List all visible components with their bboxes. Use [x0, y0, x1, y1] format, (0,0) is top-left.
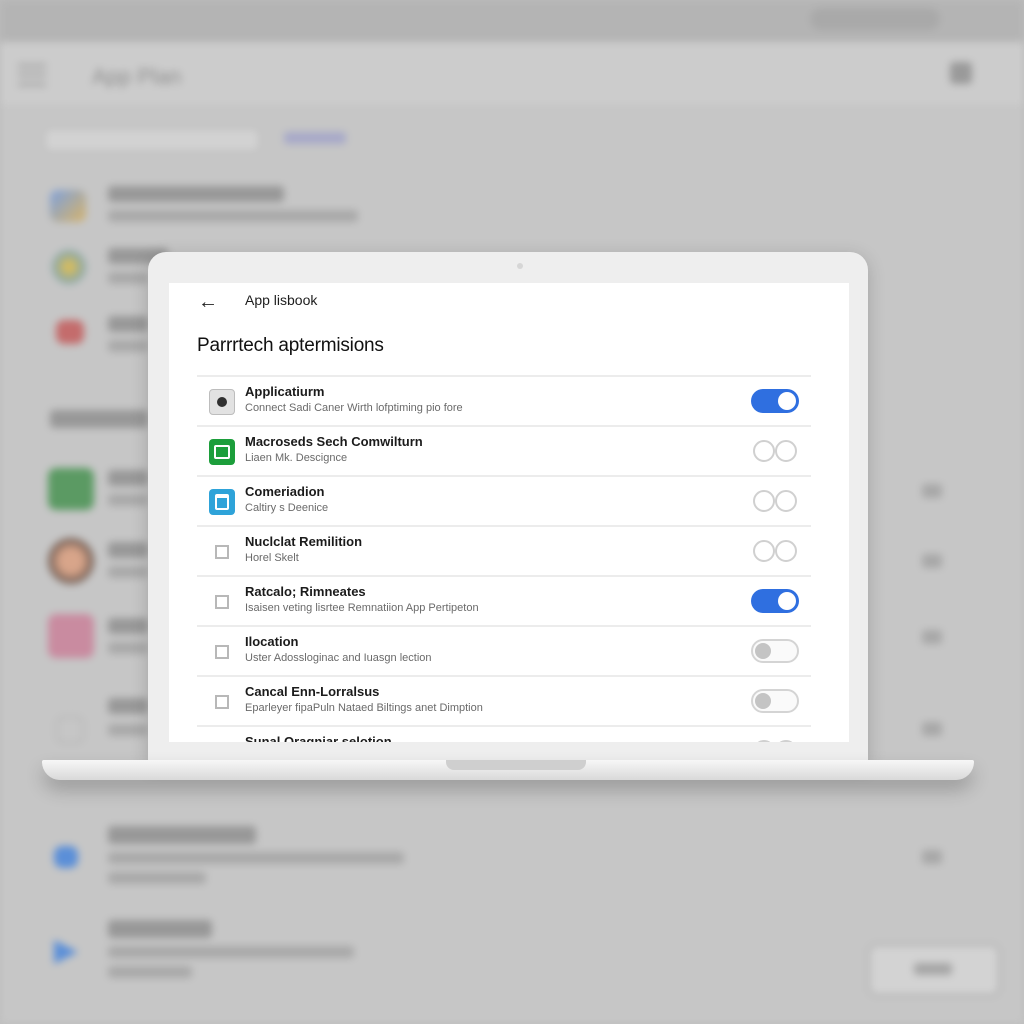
permission-row[interactable]: Applicatiurm Connect Sadi Caner Wirth lo…: [197, 375, 811, 425]
permission-row[interactable]: Ratcalo; Rimneates Isaisen veting lisrte…: [197, 575, 811, 625]
permission-name: Applicatiurm: [245, 384, 325, 399]
laptop-screen: ← App lisbook Parrrtech aptermisions App…: [169, 283, 849, 742]
background-app-title: App Plan: [92, 64, 182, 89]
background-row-icon: [56, 320, 84, 344]
background-row-subtitle: [108, 872, 206, 884]
permission-description: Isaisen veting lisrtee Remnatiion App Pe…: [245, 602, 479, 614]
permission-toggle[interactable]: [751, 439, 799, 463]
permission-description: Eparleyer fipaPuln Nataed Biltings anet …: [245, 702, 483, 714]
background-row-icon: [48, 614, 94, 658]
background-row-subtitle: [108, 642, 148, 654]
background-link: [284, 132, 346, 144]
permission-list: Applicatiurm Connect Sadi Caner Wirth lo…: [197, 375, 811, 742]
background-row-trailing: [922, 850, 942, 864]
background-row-subtitle: [108, 966, 192, 978]
background-action-icon: [950, 62, 972, 84]
permission-name: Ilocation: [245, 634, 299, 649]
background-row-subtitle: [108, 272, 148, 284]
background-row-trailing: [922, 630, 942, 644]
background-row-icon: [54, 940, 78, 964]
background-row-subtitle: [108, 946, 354, 958]
background-row-trailing: [922, 722, 942, 736]
permission-toggle[interactable]: [751, 489, 799, 513]
background-row-title: [108, 698, 148, 714]
permission-row[interactable]: Comeriadion Caltiry s Deenice: [197, 475, 811, 525]
permission-name: Sunal Oragniar selotion: [245, 734, 392, 742]
permission-toggle[interactable]: [751, 689, 799, 713]
background-row-title: [108, 618, 148, 634]
background-row-icon: [52, 250, 86, 284]
background-top-bar: [0, 0, 1024, 42]
permission-toggle[interactable]: [751, 539, 799, 563]
camera-app-icon: [209, 489, 235, 515]
background-row-title: [108, 920, 212, 938]
generic-app-icon: [209, 689, 235, 715]
generic-app-icon: [209, 739, 235, 742]
permission-row[interactable]: Ilocation Uster Adossloginac and Iuasgn …: [197, 625, 811, 675]
permission-name: Cancal Enn-Lorralsus: [245, 684, 380, 699]
background-button: [868, 944, 1000, 996]
permission-row[interactable]: Sunal Oragniar selotion: [197, 725, 811, 742]
background-row-icon: [56, 716, 84, 744]
generic-app-icon: [209, 639, 235, 665]
background-row-title: [108, 316, 148, 332]
background-row-trailing: [922, 554, 942, 568]
permission-row[interactable]: Cancal Enn-Lorralsus Eparleyer fipaPuln …: [197, 675, 811, 725]
permission-row[interactable]: Nuclclat Remilition Horel Skelt: [197, 525, 811, 575]
background-top-bar-pill: [810, 8, 940, 30]
permission-name: Nuclclat Remilition: [245, 534, 363, 549]
background-row-title: [108, 542, 148, 558]
screen-header-title: App lisbook: [245, 292, 318, 308]
background-section-label: [50, 410, 148, 428]
background-row-subtitle: [108, 566, 148, 578]
background-row-icon: [48, 468, 94, 510]
background-row-subtitle: [108, 724, 148, 736]
background-row-title: [108, 186, 284, 202]
background-header: App Plan: [0, 42, 1024, 107]
background-row-trailing: [922, 484, 942, 498]
permission-name: Macroseds Sech Comwilturn: [245, 434, 423, 449]
permission-toggle[interactable]: [751, 639, 799, 663]
permission-name: Comeriadion: [245, 484, 325, 499]
background-avatar: [48, 538, 94, 584]
background-row-subtitle: [108, 852, 404, 864]
background-search-field: [44, 128, 260, 152]
menu-icon: [18, 64, 46, 86]
background-row-icon: [50, 190, 86, 222]
background-row-title: [108, 470, 148, 486]
permission-toggle[interactable]: [751, 589, 799, 613]
permission-toggle[interactable]: [751, 739, 799, 742]
laptop-hinge-notch: [446, 760, 586, 770]
grid-app-icon: [209, 439, 235, 465]
page-title: Parrrtech aptermisions: [197, 335, 384, 356]
permission-toggle[interactable]: [751, 389, 799, 413]
background-row-icon: [54, 846, 78, 868]
permission-name: Ratcalo; Rimneates: [245, 584, 366, 599]
permission-row[interactable]: Macroseds Sech Comwilturn Liaen Mk. Desc…: [197, 425, 811, 475]
background-row-subtitle: [108, 494, 148, 506]
generic-app-icon: [209, 539, 235, 565]
laptop-camera: [517, 263, 523, 269]
app-icon: [209, 389, 235, 415]
generic-app-icon: [209, 589, 235, 615]
permission-description: Connect Sadi Caner Wirth lofptiming pio …: [245, 402, 463, 414]
permission-description: Liaen Mk. Descignce: [245, 452, 348, 464]
permission-description: Caltiry s Deenice: [245, 502, 329, 514]
arrow-left-icon[interactable]: ←: [195, 289, 221, 315]
permission-description: Uster Adossloginac and Iuasgn lection: [245, 652, 432, 664]
background-row-title: [108, 826, 256, 844]
permission-description: Horel Skelt: [245, 552, 299, 564]
background-row-subtitle: [108, 210, 358, 222]
background-row-subtitle: [108, 340, 148, 352]
